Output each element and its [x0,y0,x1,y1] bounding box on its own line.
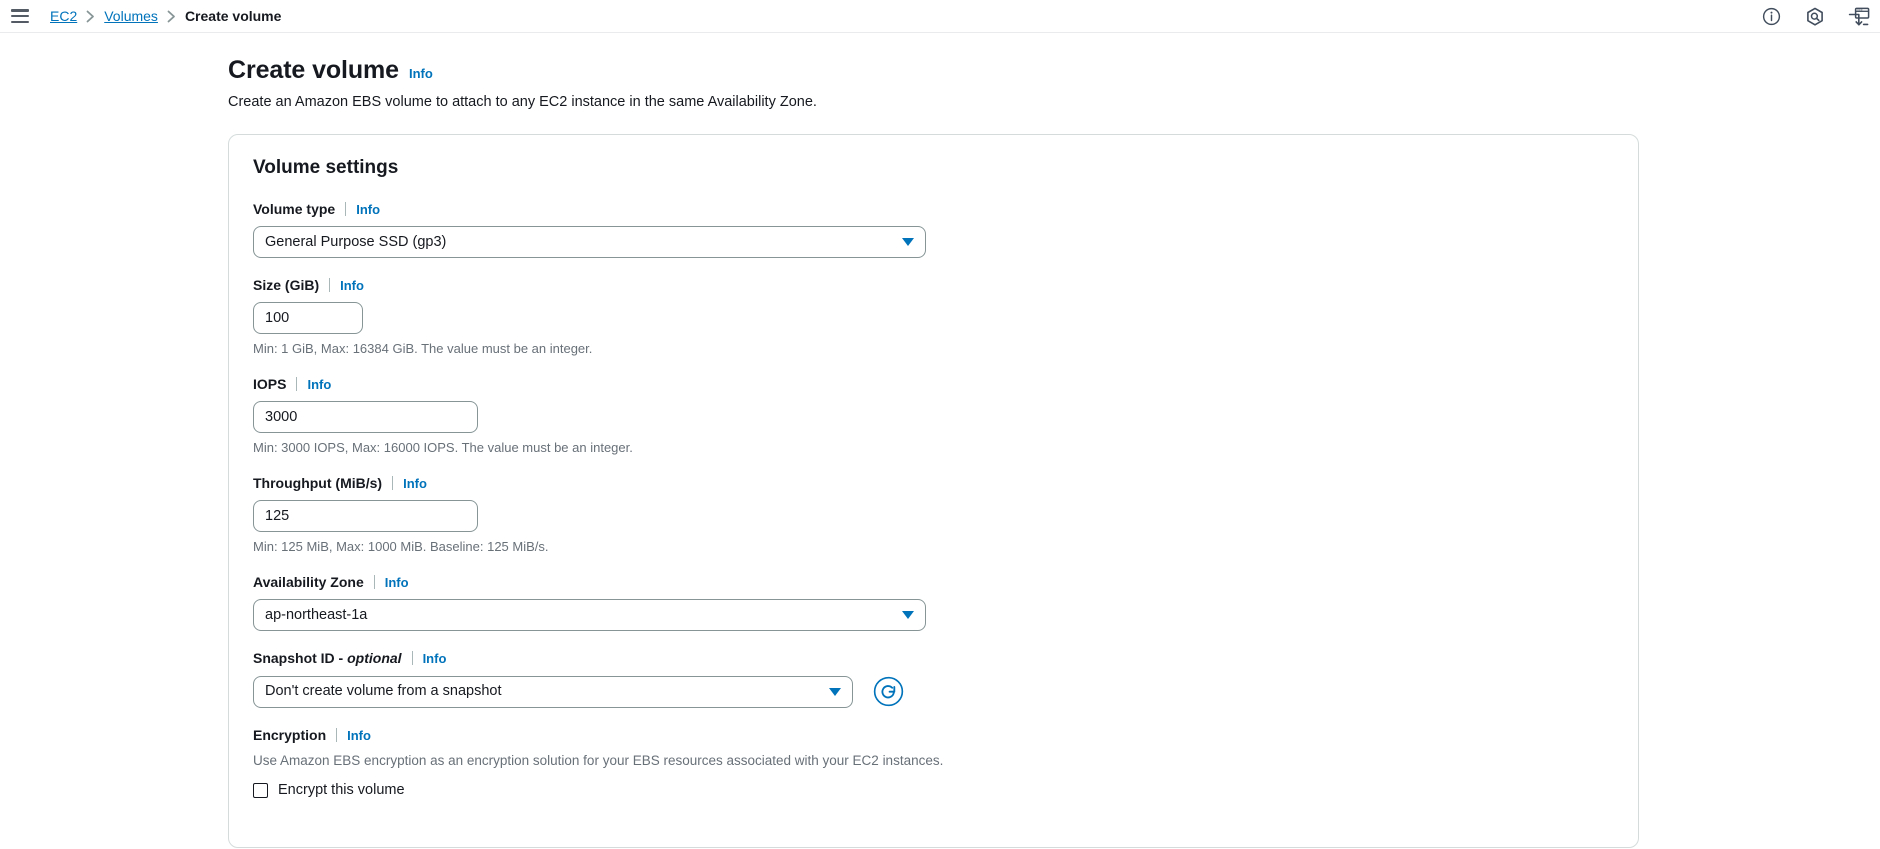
card-title: Volume settings [253,157,399,178]
throughput-label: Throughput (MiB/s) [253,475,383,491]
label-divider [329,278,331,292]
volume-type-info-link[interactable]: Info [356,202,380,217]
snapshot-id-info-link[interactable]: Info [423,651,447,666]
hamburger-line [11,9,29,12]
field-snapshot-id: Snapshot ID - optional Info Don't create… [253,649,1614,708]
snapshot-id-label: Snapshot ID - optional [253,649,402,667]
hamburger-line [11,20,29,23]
chevron-down-icon [829,687,841,696]
snapshot-id-label-main: Snapshot ID - [253,650,348,666]
page-title: Create volume [228,56,399,84]
iops-input[interactable] [253,401,478,433]
encryption-description: Use Amazon EBS encryption as an encrypti… [253,753,944,768]
encryption-label-row: Encryption Info [253,726,1614,744]
availability-zone-value: ap-northeast-1a [265,606,368,623]
chevron-right-icon [86,10,95,23]
label-divider [392,476,394,490]
availability-zone-info-link[interactable]: Info [385,575,409,590]
throughput-helper-text: Min: 125 MiB, Max: 1000 MiB. Baseline: 1… [253,539,549,554]
hamburger-line [11,14,29,18]
size-label: Size (GiB) [253,277,320,293]
top-navigation-bar: EC2 Volumes Create volume [0,0,1880,33]
page-content: Create volume Info Create an Amazon EBS … [0,55,1880,848]
label-divider [411,651,413,665]
page-header: Create volume Info Create an Amazon EBS … [228,55,1880,112]
availability-zone-label: Availability Zone [253,574,364,590]
size-helper-text: Min: 1 GiB, Max: 16384 GiB. The value mu… [253,341,593,356]
throughput-input[interactable] [253,500,478,532]
breadcrumb-item-volumes[interactable]: Volumes [104,9,158,23]
throughput-info-link[interactable]: Info [403,476,427,491]
label-divider [345,202,347,216]
label-divider [336,728,338,742]
snapshot-id-value: Don't create volume from a snapshot [265,683,502,700]
page-title-info-link[interactable]: Info [409,66,433,81]
throughput-label-row: Throughput (MiB/s) Info [253,474,1614,492]
label-divider [373,575,375,589]
field-encryption: Encryption Info Use Amazon EBS encryptio… [253,726,1614,799]
info-circle-icon[interactable] [1760,6,1782,28]
encryption-label: Encryption [253,727,327,743]
snapshot-id-label-optional: optional [347,650,402,666]
hamburger-menu-icon[interactable] [11,9,29,23]
snapshot-id-label-row: Snapshot ID - optional Info [253,649,1614,667]
snapshot-id-row: Don't create volume from a snapshot [253,675,1614,708]
field-availability-zone: Availability Zone Info ap-northeast-1a [253,573,1614,631]
snapshot-id-select[interactable]: Don't create volume from a snapshot [253,675,853,708]
iops-label-row: IOPS Info [253,375,1614,393]
breadcrumb-item-create-volume: Create volume [184,8,282,24]
encrypt-volume-checkbox-label: Encrypt this volume [278,782,405,798]
volume-type-value: General Purpose SSD (gp3) [265,233,447,250]
chevron-down-icon [902,611,914,619]
field-size: Size (GiB) Info Min: 1 GiB, Max: 16384 G… [253,276,1614,357]
field-volume-type: Volume type Info General Purpose SSD (gp… [253,200,1614,258]
field-iops: IOPS Info Min: 3000 IOPS, Max: 16000 IOP… [253,375,1614,456]
amazon-q-icon[interactable] [1804,6,1826,28]
chevron-right-icon [167,10,176,23]
encrypt-volume-checkbox-row[interactable]: Encrypt this volume [253,781,1614,799]
volume-type-select[interactable]: General Purpose SSD (gp3) [253,226,926,258]
label-divider [296,377,298,391]
page-description: Create an Amazon EBS volume to attach to… [228,94,817,110]
topbar-actions [1760,0,1870,33]
refresh-icon[interactable] [872,675,905,708]
size-info-link[interactable]: Info [340,278,364,293]
availability-zone-select[interactable]: ap-northeast-1a [253,599,926,631]
breadcrumb: EC2 Volumes Create volume [50,9,281,23]
iops-label: IOPS [253,376,287,392]
volume-type-label: Volume type [253,201,336,217]
volume-settings-card: Volume settings Volume type Info General… [228,134,1639,848]
encrypt-volume-checkbox[interactable] [253,782,268,798]
size-input[interactable] [253,302,363,334]
page-title-row: Create volume Info [228,55,1880,85]
iops-info-link[interactable]: Info [307,377,331,392]
volume-type-label-row: Volume type Info [253,200,1614,218]
iops-helper-text: Min: 3000 IOPS, Max: 16000 IOPS. The val… [253,440,633,455]
encryption-info-link[interactable]: Info [347,728,371,743]
field-throughput: Throughput (MiB/s) Info Min: 125 MiB, Ma… [253,474,1614,555]
chevron-down-icon [902,238,914,246]
breadcrumb-item-ec2[interactable]: EC2 [50,9,77,23]
availability-zone-label-row: Availability Zone Info [253,573,1614,591]
size-label-row: Size (GiB) Info [253,276,1614,294]
cloudshell-icon[interactable] [1848,6,1870,28]
